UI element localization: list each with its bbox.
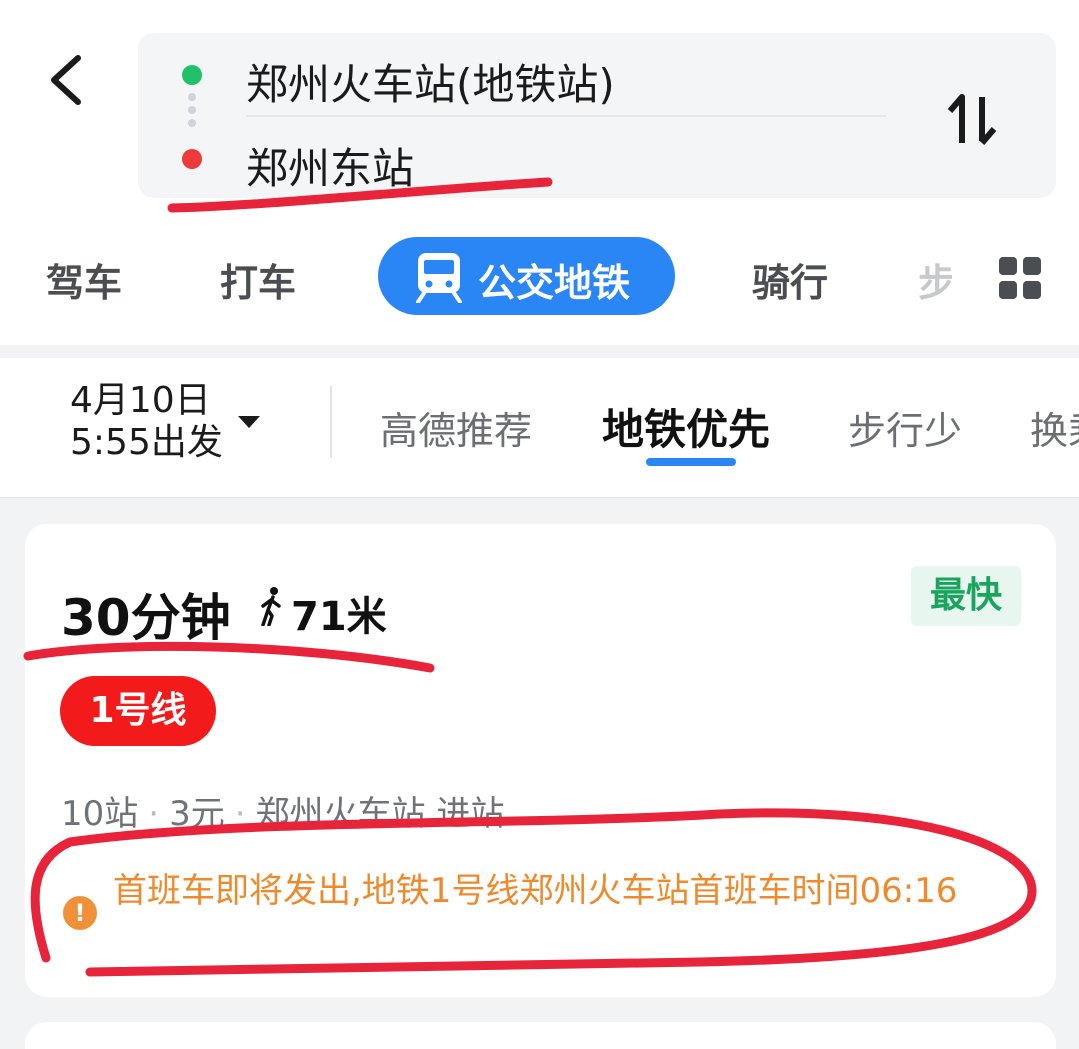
subway-icon: [416, 253, 462, 303]
fastest-badge: 最快: [911, 566, 1021, 626]
header: 郑州火车站(地铁站) 郑州东站 驾车 打车 公交地铁 骑行 步: [0, 0, 1079, 345]
route-result-card[interactable]: 30分钟 71米 最快 1号线 10站 · 3元 · 郑州火车站 进站 ! 首班车即将发…: [25, 524, 1056, 997]
fare: 3元: [169, 794, 225, 834]
walk-distance: 71米: [291, 594, 387, 640]
route-result-card-next[interactable]: [25, 1022, 1056, 1049]
swap-icon[interactable]: [938, 85, 1008, 155]
departure-time: 5:55出发: [70, 422, 223, 463]
filter-bar: 4月10日 5:55出发 高德推荐 地铁优先 步行少 换乘: [0, 358, 1079, 498]
first-train-alert: 首班车即将发出,地铁1号线郑州火车站首班车时间06:16: [113, 871, 958, 911]
trip-duration: 30分钟: [61, 589, 231, 647]
pref-less-walking[interactable]: 步行少: [848, 400, 962, 455]
pref-subway-first[interactable]: 地铁优先: [602, 396, 770, 457]
divider: [330, 386, 332, 458]
line-badge: 1号线: [60, 676, 216, 746]
alert-icon: !: [63, 896, 97, 930]
tab-taxi[interactable]: 打车: [220, 252, 296, 307]
destination-field[interactable]: 郑州东站: [246, 135, 414, 196]
mode-tabs: 驾车 打车 公交地铁 骑行 步: [0, 232, 1079, 322]
tab-transit[interactable]: 公交地铁: [378, 237, 675, 315]
route-dots-icon: [188, 93, 196, 143]
entry-station: 郑州火车站 进站: [255, 794, 505, 834]
route-box: 郑州火车站(地铁站) 郑州东站: [138, 33, 1056, 198]
walking-person-icon: [261, 587, 281, 626]
pref-recommended[interactable]: 高德推荐: [380, 400, 532, 455]
pref-fewer-transfers[interactable]: 换乘: [1030, 400, 1079, 455]
route-divider: [246, 115, 886, 117]
grid-icon[interactable]: [998, 256, 1042, 300]
destination-dot-icon: [182, 149, 202, 169]
stop-count: 10站: [61, 794, 139, 834]
origin-dot-icon: [182, 65, 202, 85]
trip-meta: 10站 · 3元 · 郑州火车站 进站: [61, 794, 505, 834]
tab-drive[interactable]: 驾车: [46, 252, 122, 307]
back-arrow-icon[interactable]: [40, 48, 100, 112]
tab-walk[interactable]: 步: [918, 252, 952, 307]
tab-transit-label: 公交地铁: [478, 261, 631, 305]
active-tab-indicator: [646, 458, 736, 466]
tab-ride[interactable]: 骑行: [752, 252, 828, 307]
origin-field[interactable]: 郑州火车站(地铁站): [246, 51, 615, 112]
chevron-down-icon[interactable]: [238, 416, 260, 428]
